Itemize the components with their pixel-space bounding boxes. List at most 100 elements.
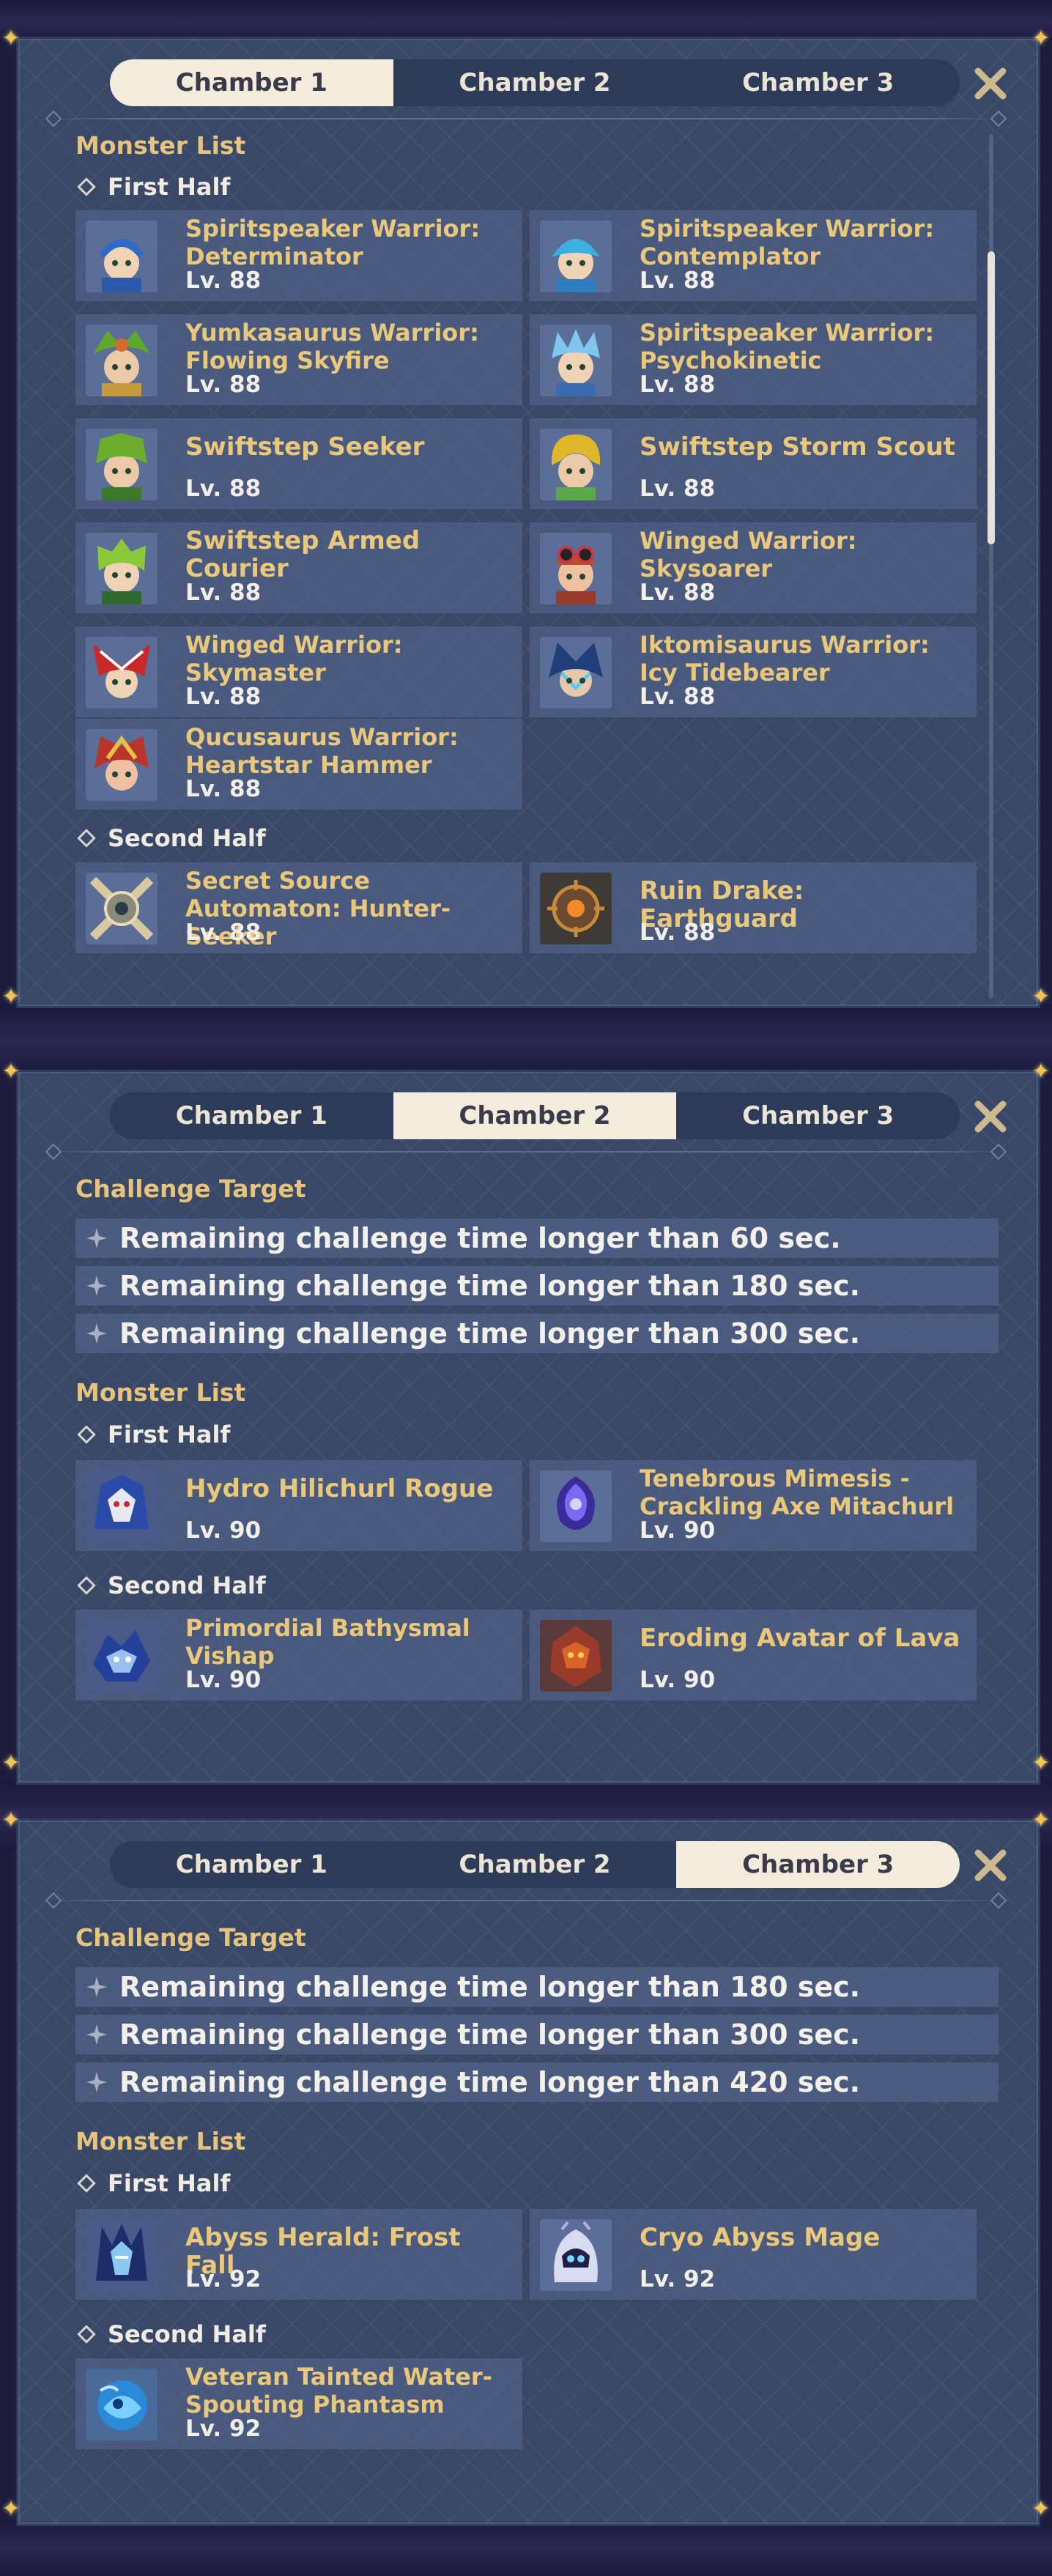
divider-ornament (45, 1892, 62, 1909)
tab-chamber-2[interactable]: Chamber 2 (393, 1841, 677, 1888)
monster-name: Yumkasaurus Warrior: Flowing Skyfire (185, 319, 479, 374)
chamber-tabs: Chamber 1 Chamber 2 Chamber 3 (110, 59, 960, 106)
monster-card[interactable]: Winged Warrior: Skysoarer Lv. 88 (530, 522, 977, 613)
diamond-icon (77, 1576, 96, 1595)
monster-name: Hydro Hilichurl Rogue (185, 1474, 494, 1503)
automaton-portrait (86, 873, 158, 944)
chamber-1-panel: Chamber 1 Chamber 2 Chamber 3 Monster Li… (16, 37, 1040, 1008)
monster-card[interactable]: Cryo Abyss Mage Lv. 92 (530, 2209, 977, 2300)
tab-chamber-2[interactable]: Chamber 2 (393, 59, 677, 106)
monster-level: Lv. 88 (185, 475, 262, 502)
phantasm-portrait (86, 2369, 158, 2440)
diamond-icon (77, 2174, 96, 2193)
ruin-drake-portrait (540, 873, 612, 944)
monster-card[interactable]: Swiftstep Seeker Lv. 88 (75, 418, 522, 509)
monster-card[interactable]: Veteran Tainted Water-Spouting Phantasm … (75, 2358, 522, 2449)
divider-ornament (45, 110, 62, 127)
monster-card[interactable]: Spiritspeaker Warrior: Psychokinetic Lv.… (530, 314, 977, 405)
tab-chamber-3[interactable]: Chamber 3 (676, 1092, 960, 1139)
monster-list-title: Monster List (75, 1378, 246, 1407)
monster-level: Lv. 88 (640, 371, 716, 398)
divider-ornament (990, 110, 1007, 127)
corner-star-icon: ✦ (1031, 1059, 1051, 1084)
red-feather-warrior-portrait (86, 637, 158, 708)
monster-name: Swiftstep Storm Scout (640, 432, 955, 462)
monster-name: Cryo Abyss Mage (640, 2223, 881, 2252)
tab-chamber-1[interactable]: Chamber 1 (110, 1092, 393, 1139)
scrollbar-thumb[interactable] (988, 251, 995, 544)
monster-card[interactable]: Spiritspeaker Warrior: Contemplator Lv. … (530, 210, 977, 301)
chamber-tabs: Chamber 1 Chamber 2 Chamber 3 (110, 1092, 960, 1139)
monster-name: Tenebrous Mimesis - Crackling Axe Mitach… (640, 1465, 955, 1520)
tab-chamber-3[interactable]: Chamber 3 (676, 59, 960, 106)
monster-card[interactable]: Spiritspeaker Warrior: Determinator Lv. … (75, 210, 522, 301)
background-band (0, 2520, 1052, 2576)
monster-card[interactable]: Swiftstep Armed Courier Lv. 88 (75, 522, 522, 613)
monster-name: Swiftstep Seeker (185, 432, 425, 462)
monster-card[interactable]: Primordial Bathysmal Vishap Lv. 90 (75, 1610, 522, 1700)
tab-chamber-1[interactable]: Chamber 1 (110, 1841, 393, 1888)
tab-chamber-2[interactable]: Chamber 2 (393, 1092, 677, 1139)
monster-card[interactable]: Yumkasaurus Warrior: Flowing Skyfire Lv.… (75, 314, 522, 405)
chamber-tabs: Chamber 1 Chamber 2 Chamber 3 (110, 1841, 960, 1888)
challenge-target-row: Remaining challenge time longer than 300… (75, 2015, 999, 2054)
yellow-helmet-warrior-portrait (540, 429, 612, 500)
monster-name: Iktomisaurus Warrior: Icy Tidebearer (640, 631, 930, 686)
diamond-icon (77, 2325, 96, 2344)
monster-card[interactable]: Winged Warrior: Skymaster Lv. 88 (75, 626, 522, 717)
challenge-target-title: Challenge Target (75, 1923, 306, 1952)
challenge-target-row: Remaining challenge time longer than 180… (75, 1266, 999, 1306)
diamond-icon (77, 177, 96, 196)
monster-card[interactable]: Eroding Avatar of Lava Lv. 90 (530, 1610, 977, 1700)
corner-star-icon: ✦ (1031, 2496, 1051, 2522)
first-half-label: First Half (77, 1421, 230, 1448)
monster-name: Spiritspeaker Warrior: Contemplator (640, 215, 935, 270)
monster-name: Swiftstep Armed Courier (185, 526, 421, 583)
monster-card[interactable]: Qucusaurus Warrior: Heartstar Hammer Lv.… (75, 719, 522, 810)
monster-level: Lv. 88 (185, 684, 262, 710)
goggles-warrior-portrait (540, 533, 612, 604)
monster-card[interactable]: Tenebrous Mimesis - Crackling Axe Mitach… (530, 1460, 977, 1551)
challenge-target-row: Remaining challenge time longer than 180… (75, 1967, 999, 2007)
monster-level: Lv. 92 (640, 2266, 716, 2292)
monster-card[interactable]: Abyss Herald: Frost Fall Lv. 92 (75, 2209, 522, 2300)
monster-level: Lv. 92 (185, 2266, 262, 2292)
corner-star-icon: ✦ (1, 2496, 21, 2522)
first-half-label: First Half (77, 2169, 230, 2197)
close-button[interactable] (971, 1846, 1010, 1885)
star-icon (84, 1974, 109, 1999)
monster-name: Winged Warrior: Skysoarer (640, 527, 857, 582)
star-icon (84, 1226, 109, 1251)
monster-card[interactable]: Iktomisaurus Warrior: Icy Tidebearer Lv.… (530, 626, 977, 717)
challenge-target-text: Remaining challenge time longer than 60 … (119, 1222, 841, 1254)
corner-star-icon: ✦ (1, 1807, 21, 1833)
second-half-label: Second Half (77, 2320, 266, 2348)
blue-mask-warrior-portrait (540, 221, 612, 292)
tab-chamber-1[interactable]: Chamber 1 (110, 59, 393, 106)
diamond-icon (77, 829, 96, 848)
monster-card[interactable]: Secret Source Automaton: Hunter-Seeker L… (75, 862, 522, 953)
monster-name: Spiritspeaker Warrior: Psychokinetic (640, 319, 935, 374)
close-button[interactable] (971, 64, 1010, 103)
close-icon (974, 1849, 1007, 1881)
monster-level: Lv. 92 (185, 2416, 262, 2442)
corner-star-icon: ✦ (1031, 1750, 1051, 1776)
tab-chamber-3[interactable]: Chamber 3 (676, 1841, 960, 1888)
close-icon (974, 1100, 1007, 1133)
corner-star-icon: ✦ (1031, 26, 1051, 51)
chamber-3-panel: Chamber 1 Chamber 2 Chamber 3 Challenge … (16, 1818, 1040, 2526)
monster-level: Lv. 88 (640, 919, 716, 946)
corner-star-icon: ✦ (1031, 984, 1051, 1010)
monster-level: Lv. 90 (640, 1517, 716, 1544)
monster-level: Lv. 88 (640, 267, 716, 294)
star-icon (84, 2070, 109, 2095)
monster-name: Qucusaurus Warrior: Heartstar Hammer (185, 723, 459, 779)
monster-card[interactable]: Hydro Hilichurl Rogue Lv. 90 (75, 1460, 522, 1551)
header-divider (48, 118, 1000, 119)
monster-card[interactable]: Swiftstep Storm Scout Lv. 88 (530, 418, 977, 509)
monster-name: Winged Warrior: Skymaster (185, 631, 403, 686)
monster-card[interactable]: Ruin Drake: Earthguard Lv. 88 (530, 862, 977, 953)
monster-level: Lv. 90 (185, 1667, 262, 1693)
close-button[interactable] (971, 1097, 1010, 1136)
corner-star-icon: ✦ (1031, 1807, 1051, 1833)
